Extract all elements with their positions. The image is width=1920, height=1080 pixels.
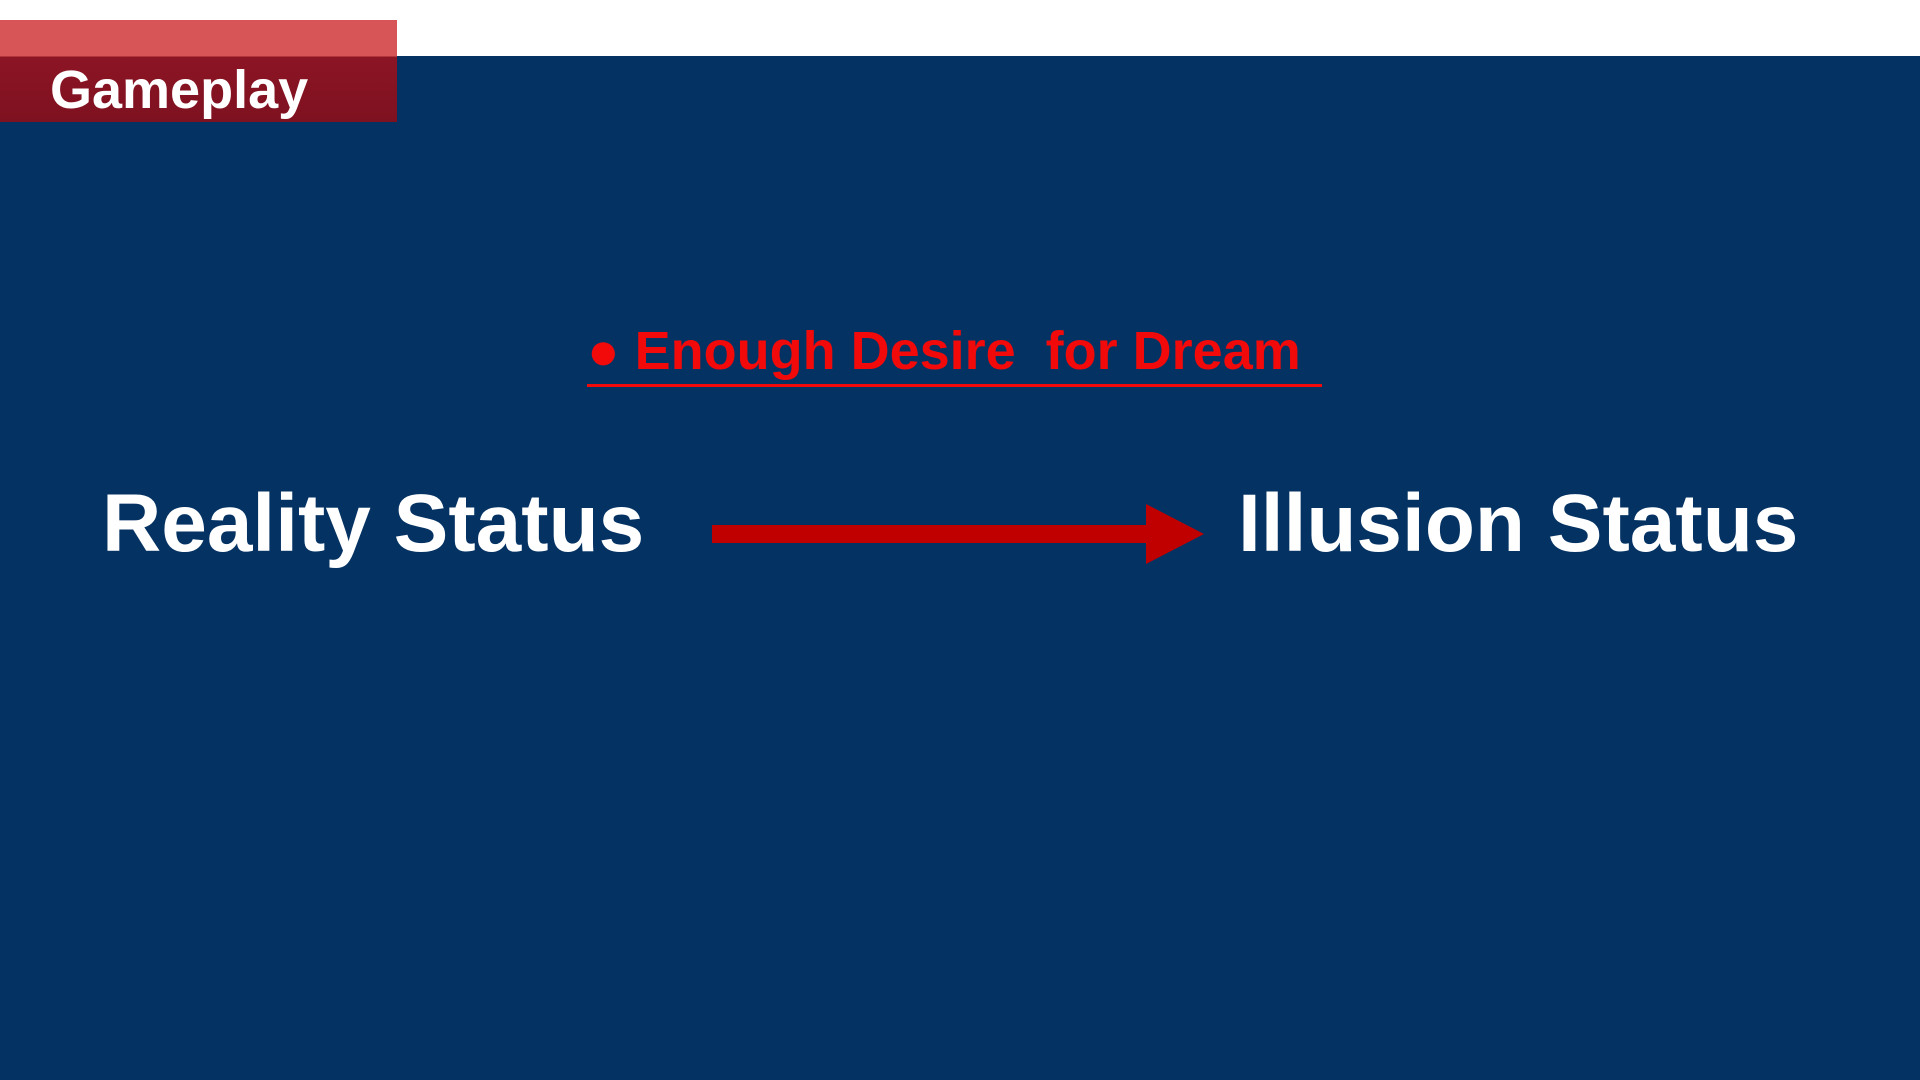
slide: Gameplay ● Enough Desire for Dream Reali…: [0, 0, 1920, 1080]
section-tag: Gameplay: [0, 20, 397, 122]
arrow-shaft: [712, 525, 1152, 543]
transition-arrow: [712, 504, 1204, 564]
reality-status-node: Reality Status: [102, 478, 645, 569]
transition-condition: ● Enough Desire for Dream: [587, 318, 1322, 387]
illusion-status-node: Illusion Status: [1238, 478, 1799, 569]
arrow-head: [1146, 504, 1204, 564]
section-title: Gameplay: [50, 60, 309, 120]
